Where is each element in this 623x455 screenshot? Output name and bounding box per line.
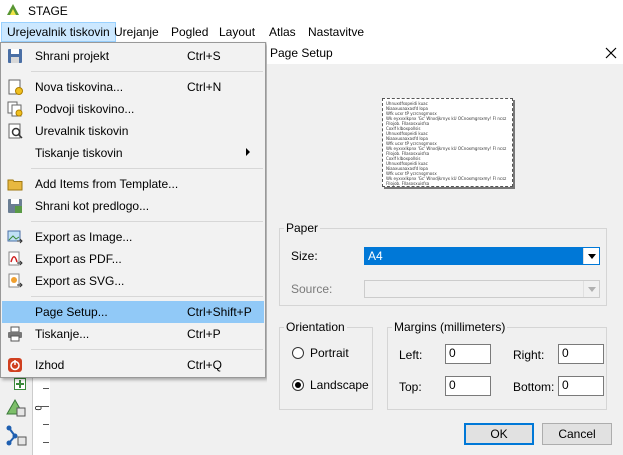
- landscape-label[interactable]: Landscape: [310, 378, 369, 392]
- folder-icon: [7, 179, 23, 191]
- margins-group-label: Margins (millimeters): [392, 320, 508, 334]
- menu-item-label: Export as PDF...: [35, 252, 122, 266]
- menu-item-print[interactable]: Tiskanje... Ctrl+P: [2, 323, 264, 345]
- menu-atlas[interactable]: Atlas: [264, 22, 301, 42]
- save-template-icon: [8, 199, 22, 213]
- print-icon: [8, 326, 22, 342]
- paper-source-select[interactable]: [364, 280, 600, 298]
- chevron-down-icon: [588, 287, 596, 292]
- menu-view[interactable]: Pogled: [166, 22, 213, 42]
- menu-item-shortcut: Ctrl+N: [187, 80, 222, 94]
- margin-bottom-input[interactable]: 0: [558, 376, 604, 396]
- menu-item-page-setup[interactable]: Page Setup... Ctrl+Shift+P: [2, 301, 264, 323]
- layout-manager-icon: [8, 123, 23, 139]
- menu-item-export-svg[interactable]: Export as SVG...: [2, 270, 264, 292]
- menu-item-shortcut: Ctrl+P: [187, 327, 221, 341]
- margin-top-input[interactable]: 0: [445, 376, 491, 396]
- layout-editor-menu: Shrani projekt Ctrl+S Nova tiskovina... …: [0, 42, 266, 378]
- menu-item-label: Urevalnik tiskovin: [35, 124, 129, 138]
- duplicate-layout-icon: [7, 101, 23, 117]
- power-exit-icon: [8, 358, 22, 372]
- qgis-logo-icon: [7, 4, 19, 15]
- export-svg-icon: [8, 273, 23, 288]
- margin-left-label: Left:: [399, 348, 423, 362]
- add-node-item-icon[interactable]: [5, 424, 27, 446]
- menu-item-label: Page Setup...: [35, 305, 108, 319]
- margin-left-input[interactable]: 0: [445, 344, 491, 364]
- menu-item-label: Add Items from Template...: [35, 177, 179, 191]
- menu-item-label: Izhod: [35, 358, 65, 372]
- export-pdf-icon: [8, 251, 23, 266]
- menu-item-shortcut: Ctrl+Q: [187, 358, 223, 372]
- submenu-arrow-icon: [246, 148, 250, 156]
- portrait-radio[interactable]: [292, 347, 304, 359]
- landscape-radio[interactable]: [292, 379, 304, 391]
- menu-item-label: Export as Image...: [35, 230, 133, 244]
- menu-item-export-image[interactable]: Export as Image...: [2, 226, 264, 248]
- dialog-header: Page Setup: [267, 42, 623, 64]
- menu-item-add-from-template[interactable]: Add Items from Template...: [2, 173, 264, 195]
- add-icon[interactable]: [14, 378, 26, 390]
- source-label: Source:: [291, 282, 333, 296]
- menu-settings[interactable]: Nastavitve: [303, 22, 369, 42]
- menu-item-shortcut: Ctrl+Shift+P: [187, 305, 252, 319]
- menu-item-export-pdf[interactable]: Export as PDF...: [2, 248, 264, 270]
- paper-group-label: Paper: [284, 221, 321, 235]
- menu-item-label: Shrani projekt: [35, 49, 110, 63]
- menu-item-label: Shrani kot predlogo...: [35, 199, 150, 213]
- menu-separator: [31, 71, 263, 72]
- paper-size-select[interactable]: A4: [364, 247, 600, 265]
- margin-top-label: Top:: [399, 380, 422, 394]
- menu-item-label: Podvoji tiskovino...: [35, 102, 135, 116]
- menu-item-label: Tiskanje tiskovin: [35, 146, 123, 160]
- new-layout-icon: [8, 79, 23, 95]
- window-title: STAGE: [28, 4, 68, 18]
- menu-item-new-layout[interactable]: Nova tiskovina... Ctrl+N: [2, 76, 264, 98]
- menu-item-shortcut: Ctrl+S: [187, 49, 221, 63]
- margin-bottom-label: Bottom:: [513, 380, 555, 394]
- margin-right-input[interactable]: 0: [558, 344, 604, 364]
- menu-separator: [31, 221, 263, 222]
- menu-item-print-layouts[interactable]: Tiskanje tiskovin: [2, 142, 264, 164]
- orientation-group-label: Orientation: [284, 320, 347, 334]
- portrait-label[interactable]: Portrait: [310, 346, 349, 360]
- chevron-down-icon: [588, 254, 596, 259]
- menu-layout[interactable]: Layout: [214, 22, 260, 42]
- menu-item-save-project[interactable]: Shrani projekt Ctrl+S: [2, 45, 264, 67]
- menu-item-save-as-template[interactable]: Shrani kot predlogo...: [2, 195, 264, 217]
- menu-item-layout-manager[interactable]: Urevalnik tiskovin: [2, 120, 264, 142]
- paper-group: Paper Size: A4 Source:: [279, 221, 607, 306]
- menu-item-label: Export as SVG...: [35, 274, 125, 288]
- orientation-group: Orientation Portrait Landscape: [279, 320, 373, 410]
- dropdown-button[interactable]: [583, 281, 599, 297]
- menu-separator: [31, 296, 263, 297]
- size-label: Size:: [291, 249, 318, 263]
- dialog-title: Page Setup: [270, 46, 333, 60]
- close-icon[interactable]: [602, 44, 620, 62]
- menu-layout-editor[interactable]: Urejevalnik tiskovin: [1, 22, 116, 42]
- preview-text-line: Coxlf klboxpollsis: [386, 186, 509, 187]
- menu-item-exit[interactable]: Izhod Ctrl+Q: [2, 354, 264, 376]
- menu-separator: [31, 349, 263, 350]
- menu-item-label: Tiskanje...: [35, 327, 90, 341]
- title-bar: STAGE: [0, 0, 623, 22]
- menu-separator: [31, 168, 263, 169]
- page-preview: Uhnuxdfsopeidi kuac Niaaxuoaaxasfd Iopa Wf…: [382, 98, 513, 187]
- save-icon: [8, 49, 22, 63]
- cancel-button[interactable]: Cancel: [542, 423, 612, 445]
- menu-bar: Urejevalnik tiskovin Urejanje Pogled Lay…: [0, 22, 623, 42]
- vertical-ruler: 0: [32, 376, 50, 455]
- menu-edit[interactable]: Urejanje: [109, 22, 164, 42]
- add-shape-icon[interactable]: [5, 396, 27, 418]
- paper-size-value: A4: [368, 249, 383, 263]
- menu-item-label: Nova tiskovina...: [35, 80, 124, 94]
- menu-item-duplicate-layout[interactable]: Podvoji tiskovino...: [2, 98, 264, 120]
- margin-right-label: Right:: [513, 348, 545, 362]
- page-setup-dialog: Page Setup Uhnuxdfsopeidi kuac Niaaxuoaax…: [267, 42, 623, 455]
- margins-group: Margins (millimeters) Left: 0 Right: 0 T…: [387, 320, 607, 410]
- export-image-icon: [7, 230, 23, 244]
- dropdown-button[interactable]: [583, 248, 599, 264]
- ok-button[interactable]: OK: [464, 423, 534, 445]
